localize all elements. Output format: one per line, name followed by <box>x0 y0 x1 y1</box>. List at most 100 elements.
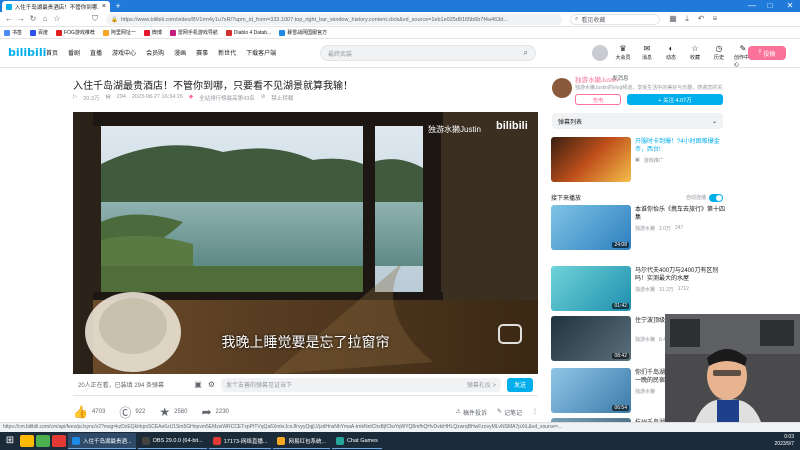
user-avatar[interactable] <box>592 45 608 61</box>
url-field[interactable]: 🔒 https://www.bilibili.com/video/BV1rm4y… <box>106 14 562 25</box>
bookmark-label: 百度 <box>38 30 49 36</box>
new-tab-button[interactable]: + <box>112 1 124 11</box>
share-button[interactable]: ➦ 2230 <box>201 405 228 419</box>
bilibili-search-input[interactable]: 最终武装 ⌕ <box>320 45 536 61</box>
bilibili-logo[interactable]: bilibili <box>8 46 46 59</box>
webcam-scene <box>665 314 800 422</box>
home-icon[interactable]: ⌂ <box>40 14 50 24</box>
reload-icon[interactable]: ↻ <box>28 14 38 24</box>
taskbar-app[interactable]: 17173-网络直播... <box>208 433 272 449</box>
download-icon[interactable]: ⤓ <box>682 14 692 24</box>
nav-item[interactable]: 新世代 <box>218 48 236 57</box>
danmaku-list-toggle[interactable]: 弹幕列表 ⌄ <box>552 113 723 129</box>
header-link[interactable]: ✉ 消息 <box>638 44 656 68</box>
nav-item[interactable]: 番剧 <box>68 48 80 57</box>
follow-button[interactable]: + 关注 4.07万 <box>627 94 723 105</box>
undo-icon[interactable]: ↶ <box>696 14 706 24</box>
taskbar-app[interactable]: OBS 29.0.0 (64-bit... <box>137 433 207 449</box>
recommend-meta: 独游水獭 2.0万 247 <box>635 225 683 232</box>
uploader-avatar[interactable] <box>552 78 572 98</box>
danmaku-send-button[interactable]: 发送 <box>507 377 533 392</box>
nav-item[interactable]: 赛事 <box>196 48 208 57</box>
header-icon-group: ♛ 大会员 ✉ 消息 ◐ 动态 ☆ 收藏 ◷ 历史 ✎ 创作中心 <box>614 44 752 68</box>
recommend-up[interactable]: 独游水獭 <box>635 225 655 232</box>
folder-icon[interactable] <box>20 435 34 447</box>
nav-item[interactable]: 会员购 <box>146 48 164 57</box>
bilibili-watermark-logo: bilibili <box>496 120 528 132</box>
recommend-title[interactable]: 马尔代夫400刀与2400刀有区别吗！实测最大的水屋 <box>635 267 725 283</box>
browser-search-box[interactable]: ⌕ 看见收藏 <box>570 14 660 25</box>
back-icon[interactable]: ← <box>4 14 14 24</box>
danmaku-toggle-icon[interactable]: ▣ <box>194 380 202 389</box>
recommend-up[interactable]: 独游水獭 <box>635 286 655 293</box>
danmaku-settings-icon[interactable]: ⚙ <box>208 380 215 389</box>
notes-link[interactable]: ✎ 记笔记 <box>497 408 522 417</box>
bookmark-star-icon[interactable]: ☆ <box>52 14 62 24</box>
taskbar-app[interactable]: Chat Games <box>332 433 382 449</box>
nav-item[interactable]: 直播 <box>90 48 102 57</box>
video-subtitle: 我晚上睡觉要是忘了拉窗帘 <box>221 335 390 351</box>
shield-icon[interactable]: ⛉ <box>90 14 100 24</box>
coin-button[interactable]: Ⓒ 922 <box>119 404 145 421</box>
browser-tab[interactable]: 入住千岛湖最贵酒店！不管你到哪... × <box>2 1 110 12</box>
upload-icon: ⤒ <box>758 49 762 56</box>
recommend-thumbnail[interactable]: 08:42 <box>551 316 631 361</box>
video-title: 入住千岛湖最贵酒店！不管你到哪，只要看不见湖景就算我输！ <box>73 81 353 92</box>
recommend-up[interactable]: 独游水獭 <box>635 388 655 395</box>
autoplay-toggle[interactable] <box>709 193 723 202</box>
play-icon[interactable] <box>498 324 522 344</box>
maximize-icon[interactable]: □ <box>762 0 778 12</box>
header-link[interactable]: ♛ 大会员 <box>614 44 632 68</box>
charge-button[interactable]: 充电 <box>575 94 621 105</box>
close-icon[interactable]: × <box>102 3 106 10</box>
bookmark-item[interactable]: 阿里网址一 <box>102 29 136 36</box>
app-icon[interactable] <box>52 435 66 447</box>
more-icon[interactable]: ⋮ <box>532 408 538 417</box>
close-window-icon[interactable]: ✕ <box>782 0 798 12</box>
report-link[interactable]: ⚠ 稿件投诉 <box>456 408 487 417</box>
ad-thumbnail[interactable] <box>551 137 631 182</box>
header-link[interactable]: ◷ 历史 <box>710 44 728 68</box>
send-message-link[interactable]: 发消息 <box>612 74 629 82</box>
recommend-thumbnail[interactable]: 01:42 <box>551 266 631 311</box>
forward-icon[interactable]: → <box>16 14 26 24</box>
extensions-icon[interactable]: ▦ <box>668 14 678 24</box>
app-icon[interactable] <box>36 435 50 447</box>
bookmark-item[interactable]: Diablo 4 Datab... <box>225 29 271 36</box>
bookmark-item[interactable]: 百度 <box>30 29 48 36</box>
bookmark-item[interactable]: 书签 <box>4 29 22 36</box>
bookmark-icon <box>102 29 109 36</box>
nav-item[interactable]: 漫画 <box>174 48 186 57</box>
menu-icon[interactable]: ≡ <box>710 14 720 24</box>
danmaku-input[interactable]: 发个友善的弹幕见证当下 弹幕礼仪 > <box>221 377 501 392</box>
header-link[interactable]: ◐ 动态 <box>662 44 680 68</box>
browser-status-bar: https://cm.bilibili.com/cm/api/fees/pc/s… <box>0 422 800 432</box>
bookmark-item[interactable]: FOG游戏推荐 <box>56 29 95 36</box>
bookmark-item[interactable]: 雷网手机游戏导航 <box>169 29 218 36</box>
search-icon[interactable]: ⌕ <box>524 48 528 58</box>
taskbar-clock: 0:03 2023/9/7 <box>775 434 800 448</box>
taskbar-app[interactable]: 入住千岛湖最贵酒... <box>68 433 136 449</box>
nav-item[interactable]: 下载客户端 <box>246 48 276 57</box>
header-link[interactable]: ☆ 收藏 <box>686 44 704 68</box>
ad-title[interactable]: 开服时卡到爆！?4小时困难爆金币，西台! <box>635 138 725 154</box>
minimize-icon[interactable]: — <box>744 0 760 12</box>
header-link-icon: ✎ <box>739 44 747 53</box>
recommend-title[interactable]: 本谁你怡乐《携车去旅行》第十四集 <box>635 206 725 222</box>
taskbar-app[interactable]: 网易红包系统... <box>273 433 331 449</box>
bookmark-label: 暴雪战网国服官方 <box>287 30 328 36</box>
danmaku-etiquette-link[interactable]: 弹幕礼仪 > <box>467 380 496 389</box>
video-watermark: 独游水獭Justin <box>428 125 481 134</box>
danmaku-bar: 20人正在看，已装填 294 条弹幕 ▣ ⚙ 发个友善的弹幕见证当下 弹幕礼仪 … <box>73 374 538 396</box>
upload-button[interactable]: ⤒ 投稿 <box>748 46 786 60</box>
recommend-up[interactable]: 独游水獭 <box>635 336 655 343</box>
favorite-button[interactable]: ★ 2580 <box>159 405 187 419</box>
like-button[interactable]: 👍 4703 <box>73 405 105 419</box>
start-icon[interactable]: ⊞ <box>2 433 18 449</box>
nav-item[interactable]: 首页 <box>46 48 58 57</box>
bookmark-item[interactable]: 微博 <box>143 29 162 36</box>
recommend-thumbnail[interactable]: 24:08 <box>551 205 631 250</box>
bookmark-item[interactable]: 暴雪战网国服官方 <box>279 29 327 36</box>
nav-item[interactable]: 游戏中心 <box>112 48 136 57</box>
recommend-thumbnail[interactable]: 06:54 <box>551 368 631 413</box>
